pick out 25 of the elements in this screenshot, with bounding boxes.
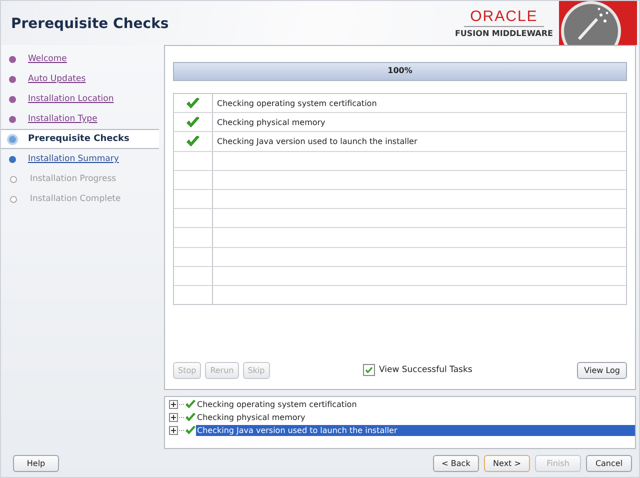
checkbox[interactable] bbox=[363, 364, 375, 376]
step-link[interactable]: Installation Type bbox=[28, 114, 98, 124]
progress-reading: 100% bbox=[386, 66, 414, 75]
step-link[interactable]: Installation Location bbox=[28, 94, 114, 104]
wizard-button[interactable]: Next > bbox=[484, 454, 530, 472]
view-successful-checkbox[interactable]: View Successful Tasks bbox=[363, 364, 578, 376]
tree-item[interactable]: Checking Java version used to launch the installer bbox=[196, 424, 635, 436]
wizard-button[interactable]: Cancel bbox=[586, 454, 632, 472]
step-link[interactable]: Welcome bbox=[28, 54, 67, 64]
step-link[interactable]: Auto Updates bbox=[28, 74, 86, 84]
table-cell: Checking operating system certification bbox=[217, 98, 377, 108]
tree-item[interactable]: Checking operating system certification bbox=[196, 398, 358, 410]
wizard-button[interactable]: < Back bbox=[433, 454, 479, 472]
help-button[interactable]: Help bbox=[13, 454, 59, 472]
window-title: Prerequisite Checks bbox=[10, 15, 170, 32]
table-cell: Checking physical memory bbox=[217, 118, 326, 127]
tree-item[interactable]: Checking physical memory bbox=[196, 412, 306, 423]
expand-icon[interactable] bbox=[169, 426, 178, 435]
table-cell: Checking Java version used to launch the installer bbox=[217, 136, 418, 146]
logo: ORACLE FUSION MIDDLEWARE bbox=[454, 8, 553, 38]
view-log-button[interactable]: View Log bbox=[577, 362, 627, 379]
expand-icon[interactable] bbox=[169, 412, 178, 422]
expand-icon[interactable] bbox=[169, 400, 178, 409]
step-link[interactable]: Installation Summary bbox=[28, 154, 119, 164]
step-label: Prerequisite Checks bbox=[28, 134, 130, 144]
